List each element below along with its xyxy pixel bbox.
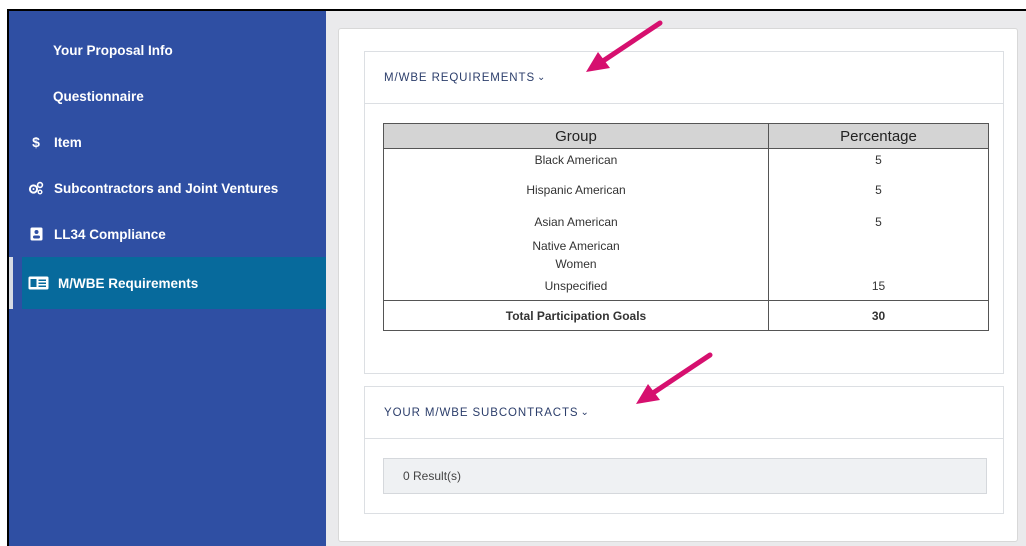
app-frame: Your Proposal Info Questionnaire $ Item … [7,9,1026,546]
sidebar-item-label: Item [54,134,82,150]
column-header-percentage: Percentage [768,123,989,149]
sidebar: Your Proposal Info Questionnaire $ Item … [9,11,326,546]
mwbe-requirements-header[interactable]: M/WBE REQUIREMENTS ⌄ [365,52,1003,104]
group-cell: Hispanic American [383,172,769,207]
sidebar-item-subcontractors-and-joint-ventures[interactable]: Subcontractors and Joint Ventures [9,165,326,211]
sidebar-item-item[interactable]: $ Item [9,119,326,165]
total-label: Total Participation Goals [383,300,769,331]
total-value: 30 [768,300,989,331]
total-row: Total Participation Goals 30 [383,300,989,331]
table-row: Native American [383,236,989,255]
group-cell: Native American [383,236,769,255]
sidebar-item-mwbe-requirements[interactable]: M/WBE Requirements [22,257,326,309]
group-cell: Women [383,254,769,273]
chevron-down-icon: ⌄ [537,72,546,83]
table-row: Asian American 5 [383,206,989,237]
group-cell: Asian American [383,206,769,237]
content-card: M/WBE REQUIREMENTS ⌄ Group Percentage Bl… [338,28,1018,542]
sidebar-item-label: Your Proposal Info [53,42,173,58]
percentage-cell: 5 [768,206,989,237]
sidebar-item-your-proposal-info[interactable]: Your Proposal Info [9,27,326,73]
chevron-down-icon: ⌄ [580,407,589,418]
sidebar-item-label: M/WBE Requirements [58,275,199,291]
table-row: Women [383,254,989,273]
panel-title: M/WBE REQUIREMENTS [384,71,536,84]
gears-icon [27,181,45,195]
table-row: Unspecified 15 [383,272,989,301]
group-cell: Black American [383,148,769,173]
percentage-cell: 15 [768,272,989,301]
sidebar-item-label: Subcontractors and Joint Ventures [54,180,279,196]
results-count: 0 Result(s) [383,458,987,494]
requirements-table: Group Percentage Black American 5 Hispan… [383,123,989,331]
id-card-icon [27,276,49,290]
sidebar-item-label: Questionnaire [53,88,144,104]
table-row: Black American 5 [383,148,989,173]
dollar-icon: $ [32,134,40,150]
table-row: Hispanic American 5 [383,172,989,207]
sidebar-item-label: LL34 Compliance [54,226,166,242]
mwbe-subcontracts-panel: YOUR M/WBE SUBCONTRACTS ⌄ 0 Result(s) [364,386,1004,514]
panel-title: YOUR M/WBE SUBCONTRACTS [384,406,579,419]
table-header-row: Group Percentage [383,123,989,149]
percentage-cell: 5 [768,148,989,173]
main-content: M/WBE REQUIREMENTS ⌄ Group Percentage Bl… [326,11,1026,546]
active-indicator [9,257,13,309]
sidebar-item-ll34-compliance[interactable]: LL34 Compliance [9,211,326,257]
badge-icon [27,227,45,241]
mwbe-subcontracts-header[interactable]: YOUR M/WBE SUBCONTRACTS ⌄ [365,387,1003,439]
percentage-cell: 5 [768,172,989,207]
mwbe-requirements-panel: M/WBE REQUIREMENTS ⌄ Group Percentage Bl… [364,51,1004,374]
sidebar-item-questionnaire[interactable]: Questionnaire [9,73,326,119]
percentage-cell [768,254,989,273]
group-cell: Unspecified [383,272,769,301]
percentage-cell [768,236,989,255]
column-header-group: Group [383,123,769,149]
